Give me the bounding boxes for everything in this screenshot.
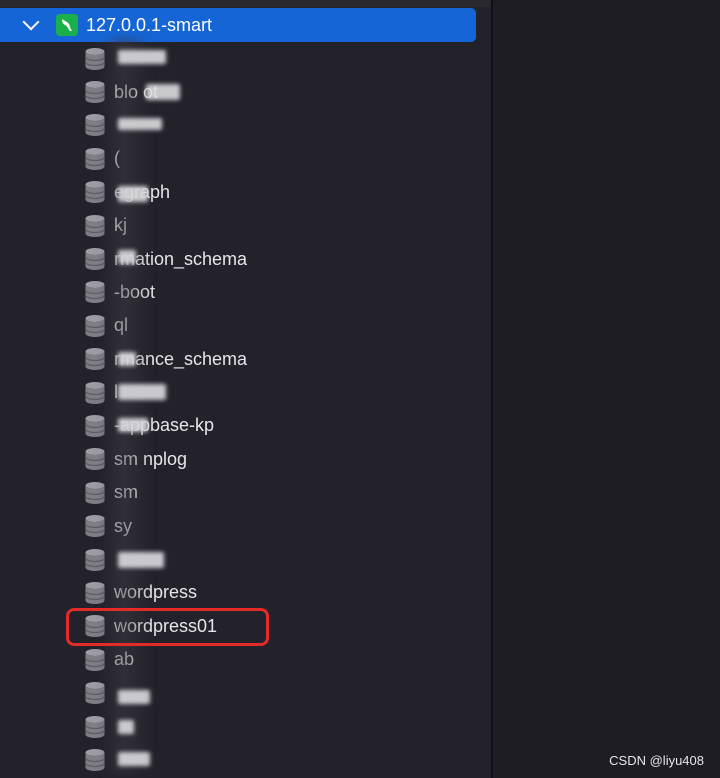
database-item[interactable] [0,676,476,709]
previous-row-edge [0,0,491,7]
database-item[interactable]: ab [0,643,476,676]
redaction-block [118,690,150,704]
database-item[interactable]: wordpress [0,576,476,609]
database-item[interactable]: ql [0,309,476,342]
database-item[interactable]: ( [0,142,476,175]
redaction-block [118,552,164,568]
redaction-block [118,720,134,734]
mysql-dolphin-icon [56,14,78,36]
redaction-block [146,84,180,100]
database-item[interactable]: kj [0,209,476,242]
redaction-block [118,186,148,202]
redaction-block [118,50,166,64]
database-item[interactable] [0,710,476,743]
database-item[interactable] [0,743,476,776]
redaction-block [118,384,166,400]
database-list: blo ot (egraphkjrmation_schema-bootqlrman… [0,42,476,777]
database-item[interactable]: -boot [0,276,476,309]
connection-label: 127.0.0.1-smart [86,14,213,35]
database-item[interactable] [0,543,476,576]
database-item[interactable]: sm nplog [0,443,476,476]
redaction-block [118,752,150,766]
redaction-block [118,418,148,432]
database-item[interactable]: sy [0,509,476,542]
chevron-down-icon[interactable] [22,13,40,31]
content-pane [493,0,720,778]
connection-row[interactable]: 127.0.0.1-smart [0,8,476,42]
database-item[interactable]: rmance_schema [0,343,476,376]
database-item[interactable]: egraph [0,176,476,209]
redaction-block [118,250,136,264]
database-item[interactable]: l [0,376,476,409]
database-item[interactable] [0,109,476,142]
redaction-block [118,118,162,130]
watermark: CSDN @liyu408 [609,753,704,768]
database-item[interactable]: -appbase-kp [0,409,476,442]
database-item[interactable]: blo ot [0,75,476,108]
redaction-smear [100,38,152,773]
database-item[interactable]: sm [0,476,476,509]
database-item[interactable]: rmation_schema [0,242,476,275]
database-item[interactable] [0,42,476,75]
highlight-annotation [66,608,269,646]
redaction-block [118,352,136,366]
